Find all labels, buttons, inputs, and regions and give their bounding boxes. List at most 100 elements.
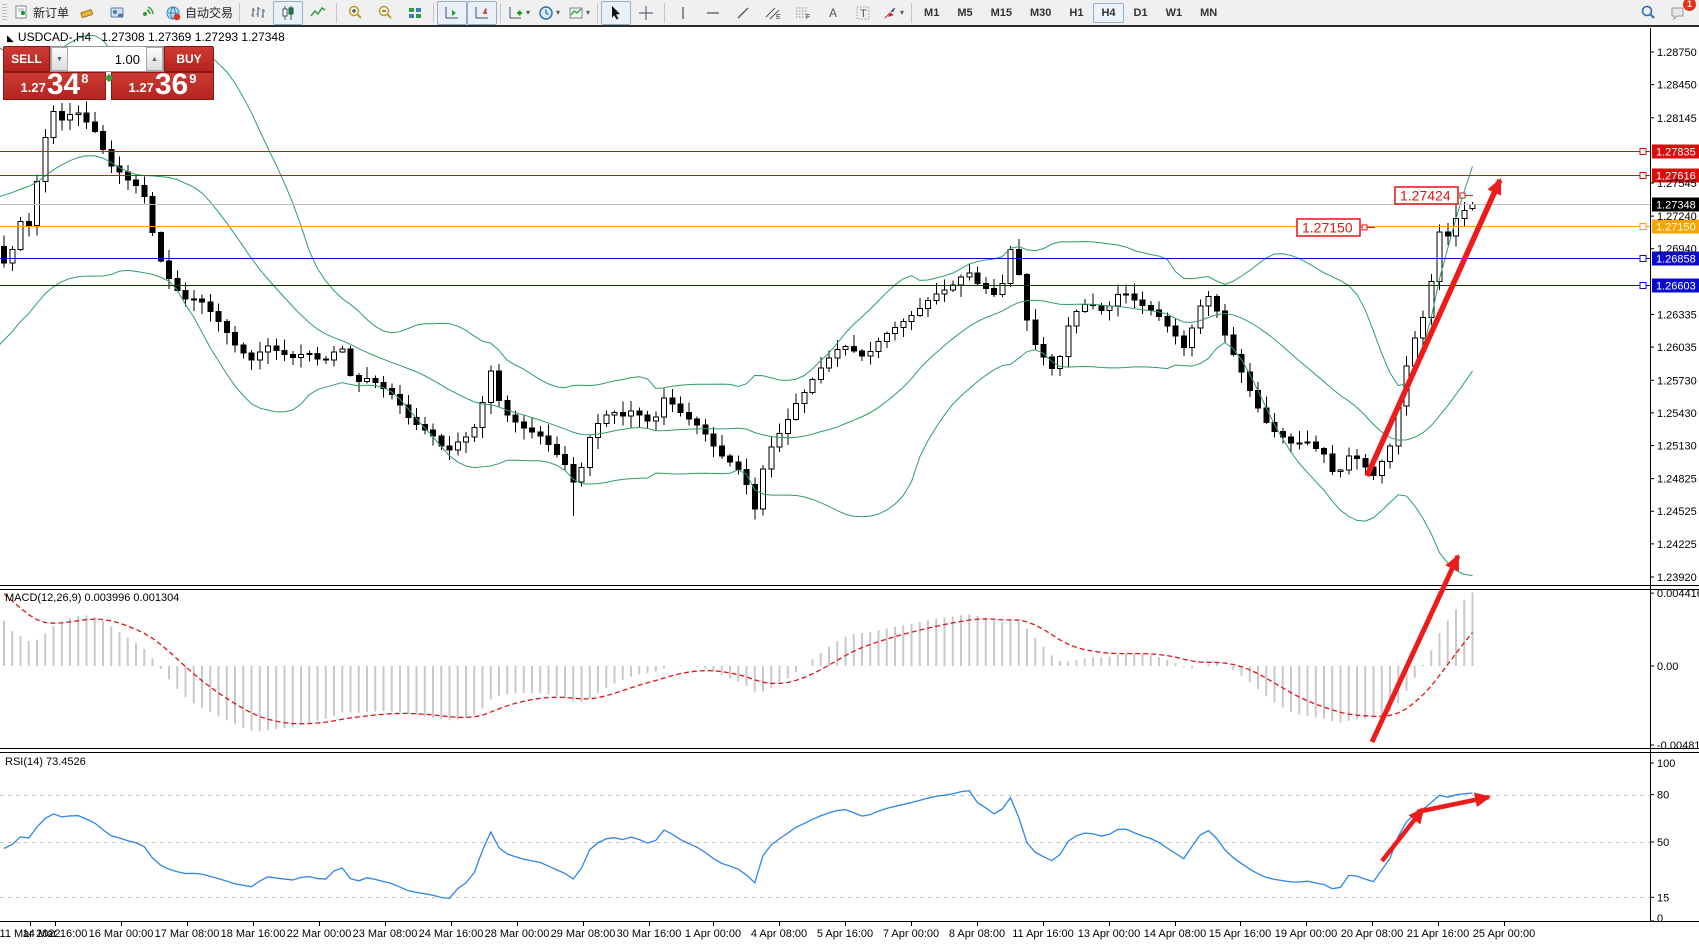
svg-text:100: 100 — [1657, 758, 1675, 770]
timeframe-mn[interactable]: MN — [1192, 3, 1225, 23]
svg-text:1.27150: 1.27150 — [1302, 220, 1353, 236]
toolbar: 新订单 自动交易 ▾ ▾ — [0, 0, 1699, 27]
crosshair-button[interactable] — [631, 1, 661, 25]
svg-text:22 Mar 00:00: 22 Mar 00:00 — [287, 928, 352, 940]
buy-price-prefix: 1.27 — [129, 80, 154, 95]
svg-text:4 Apr 08:00: 4 Apr 08:00 — [751, 928, 807, 940]
candles — [2, 102, 1476, 520]
fibonacci-icon: F — [794, 5, 812, 21]
eraser-button[interactable] — [72, 1, 102, 25]
zoom-out-icon — [377, 5, 393, 21]
svg-text:1.26035: 1.26035 — [1657, 342, 1697, 354]
svg-text:16 Mar 00:00: 16 Mar 00:00 — [89, 928, 154, 940]
tile-windows-button[interactable] — [400, 1, 430, 25]
macd-name: MACD(12,26,9) — [5, 592, 81, 604]
dropdown-arrow-icon: ▾ — [556, 8, 560, 17]
templates-button[interactable]: ▾ — [564, 1, 594, 25]
auto-scroll-button[interactable] — [437, 1, 467, 25]
search-button[interactable] — [1633, 1, 1663, 25]
svg-text:0: 0 — [1657, 913, 1663, 925]
line-chart-icon — [310, 5, 326, 21]
rsi-indicator-label: RSI(14) 73.4526 — [5, 756, 86, 768]
svg-text:5 Apr 16:00: 5 Apr 16:00 — [817, 928, 873, 940]
horizontal-lines[interactable]: 1.278351.276161.271501.268581.266031.273… — [0, 145, 1699, 293]
arrows-icon — [882, 5, 898, 21]
toolbar-separator — [500, 3, 501, 23]
svg-text:1.24225: 1.24225 — [1657, 539, 1697, 551]
template-icon — [568, 5, 584, 21]
time-axis[interactable]: 11 Mar 202214 Mar 16:0016 Mar 00:0017 Ma… — [0, 921, 1535, 940]
vertical-line-button[interactable] — [668, 1, 698, 25]
svg-text:1.27545: 1.27545 — [1657, 178, 1697, 190]
timeframe-h1[interactable]: H1 — [1061, 3, 1091, 23]
macd-values: 0.003996 0.001304 — [84, 592, 179, 604]
market-watch-button[interactable] — [102, 1, 132, 25]
svg-text:50: 50 — [1657, 837, 1669, 849]
timeframe-m30[interactable]: M30 — [1022, 3, 1059, 23]
price-annotations[interactable]: 1.274241.27150 — [1297, 187, 1473, 236]
chart-shift-button[interactable] — [467, 1, 497, 25]
svg-text:1.24825: 1.24825 — [1657, 474, 1697, 486]
dropdown-arrow-icon: ▾ — [526, 8, 530, 17]
svg-text:1.27348: 1.27348 — [1656, 200, 1696, 212]
svg-text:25 Apr 00:00: 25 Apr 00:00 — [1473, 928, 1535, 940]
toolbar-separator — [664, 3, 665, 23]
svg-text:T: T — [860, 8, 867, 20]
timeframe-w1[interactable]: W1 — [1158, 3, 1191, 23]
macd-pane — [4, 592, 1473, 731]
tile-windows-icon — [407, 5, 423, 21]
svg-text:1.28450: 1.28450 — [1657, 80, 1697, 92]
line-chart-button[interactable] — [303, 1, 333, 25]
timeframe-row: M1M5M15M30H1H4D1W1MN — [915, 3, 1226, 23]
trendline-button[interactable] — [728, 1, 758, 25]
sell-price[interactable]: 1.27 34 8 — [3, 72, 106, 100]
horizontal-line-button[interactable] — [698, 1, 728, 25]
cursor-button[interactable] — [601, 1, 631, 25]
toolbar-separator — [433, 3, 434, 23]
notifications-button[interactable]: 1 — [1663, 1, 1693, 25]
new-order-icon — [13, 5, 30, 21]
new-order-label: 新订单 — [33, 4, 69, 21]
ohlc-readout: 1.27308 1.27369 1.27293 1.27348 — [101, 30, 285, 44]
svg-text:24 Mar 16:00: 24 Mar 16:00 — [419, 928, 484, 940]
svg-text:F: F — [806, 14, 810, 21]
text-icon: A — [826, 5, 840, 21]
svg-text:0.00: 0.00 — [1657, 661, 1678, 673]
zoom-in-button[interactable] — [340, 1, 370, 25]
buy-price[interactable]: 1.27 36 9 — [111, 72, 214, 100]
timeframe-d1[interactable]: D1 — [1126, 3, 1156, 23]
new-chart-button[interactable]: ▾ — [504, 1, 534, 25]
equidistant-channel-button[interactable]: E — [758, 1, 788, 25]
svg-text:1.27835: 1.27835 — [1656, 147, 1696, 159]
auto-trading-label: 自动交易 — [185, 4, 233, 21]
svg-text:1.24525: 1.24525 — [1657, 506, 1697, 518]
sell-button[interactable]: SELL — [3, 46, 50, 72]
svg-text:80: 80 — [1657, 790, 1669, 802]
timeframe-h4[interactable]: H4 — [1093, 3, 1123, 23]
new-order-button[interactable]: 新订单 — [10, 1, 72, 25]
auto-trading-button[interactable]: 自动交易 — [162, 1, 236, 25]
signal-button[interactable] — [132, 1, 162, 25]
toolbar-grip[interactable] — [2, 4, 7, 22]
candlestick-chart-button[interactable] — [273, 1, 303, 25]
svg-text:28 Mar 00:00: 28 Mar 00:00 — [485, 928, 550, 940]
text-button[interactable]: A — [818, 1, 848, 25]
arrows-button[interactable]: ▾ — [878, 1, 908, 25]
timeframe-m15[interactable]: M15 — [983, 3, 1020, 23]
bar-chart-button[interactable] — [243, 1, 273, 25]
toolbar-right: 1 — [1633, 1, 1693, 25]
svg-text:13 Apr 00:00: 13 Apr 00:00 — [1078, 928, 1140, 940]
collapse-panel-icon[interactable]: ◣ — [7, 33, 14, 43]
timeframe-m1[interactable]: M1 — [916, 3, 947, 23]
sell-price-big: 34 — [47, 72, 80, 98]
periods-button[interactable]: ▾ — [534, 1, 564, 25]
zoom-out-button[interactable] — [370, 1, 400, 25]
svg-text:1.26603: 1.26603 — [1656, 281, 1696, 293]
text-label-icon: T — [855, 5, 871, 21]
cursor-icon — [608, 5, 624, 21]
text-label-button[interactable]: T — [848, 1, 878, 25]
fibonacci-button[interactable]: F — [788, 1, 818, 25]
svg-text:17 Mar 08:00: 17 Mar 08:00 — [155, 928, 220, 940]
chart-canvas[interactable]: 1.278351.276161.271501.268581.266031.273… — [0, 0, 1699, 947]
timeframe-m5[interactable]: M5 — [949, 3, 980, 23]
